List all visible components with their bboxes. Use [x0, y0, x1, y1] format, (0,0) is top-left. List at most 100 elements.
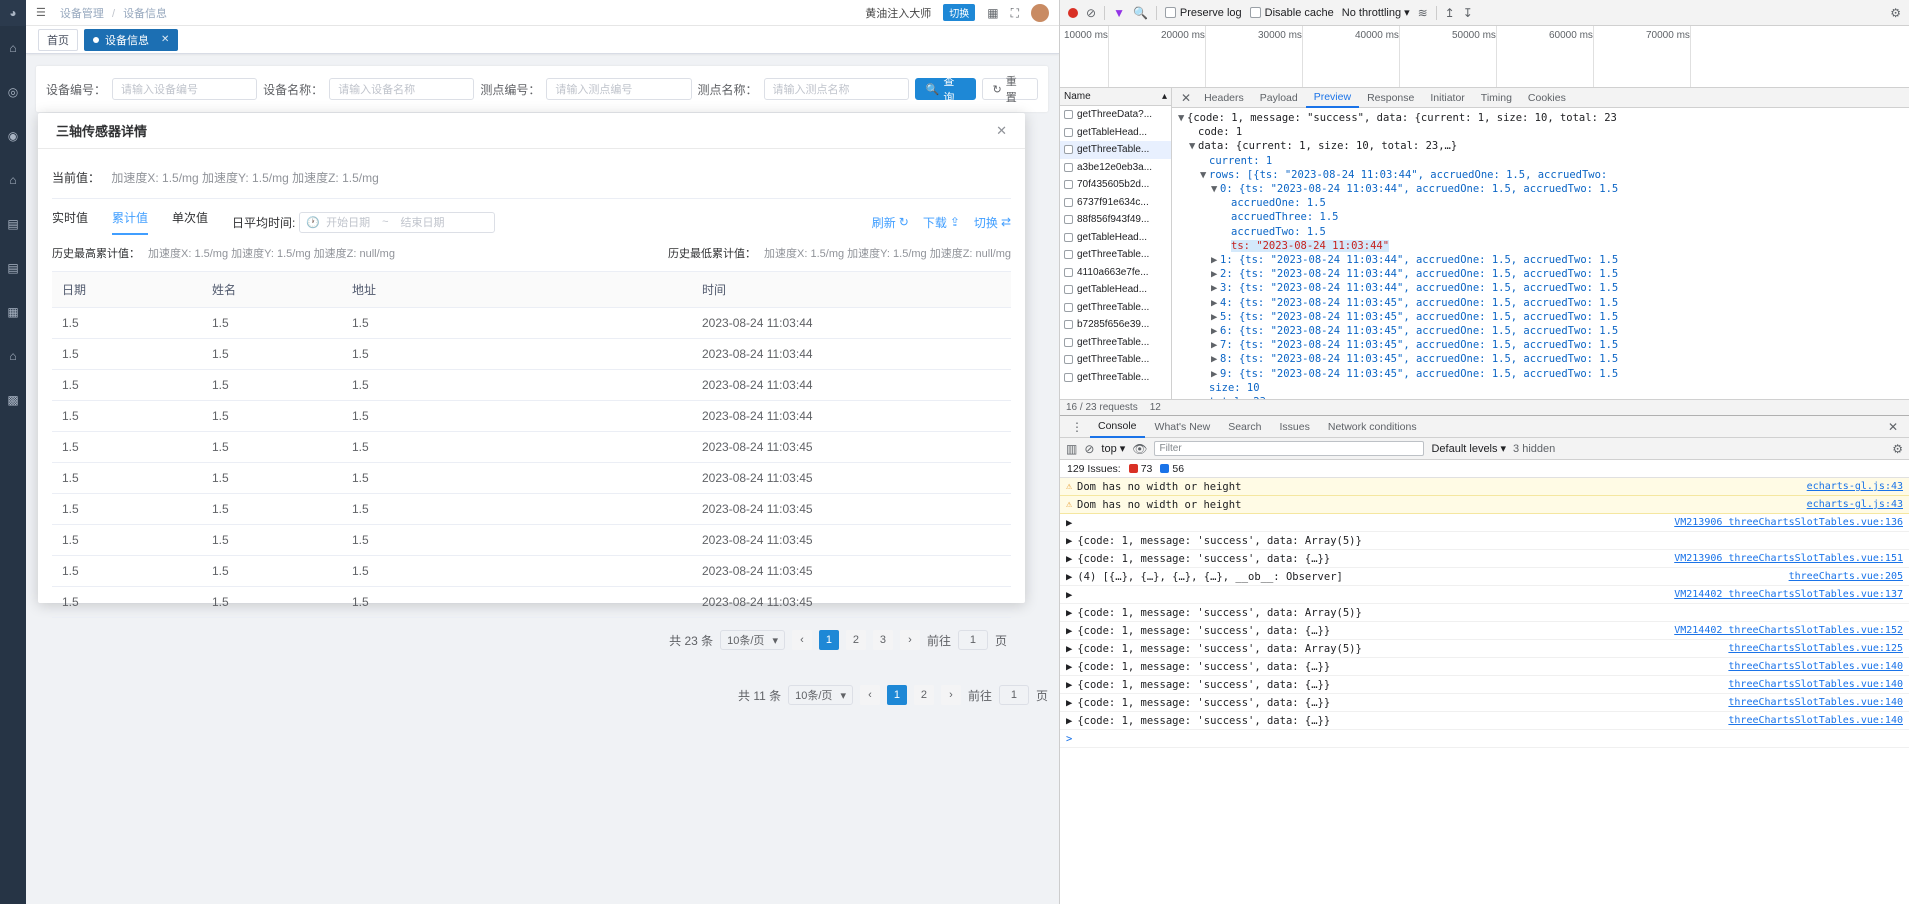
sidebar-item-apps[interactable]: ▩: [0, 378, 26, 422]
console-message[interactable]: ▶ {code: 1, message: 'success', data: {…}…: [1060, 622, 1909, 640]
console-message-source[interactable]: threeChartsSlotTables.vue:140: [1728, 697, 1903, 708]
outer-page-button-2[interactable]: 2: [913, 685, 934, 705]
checkbox-icon[interactable]: [1064, 337, 1073, 347]
request-row[interactable]: getThreeTable...: [1060, 369, 1171, 387]
request-row[interactable]: 70f435605b2d...: [1060, 176, 1171, 194]
import-icon[interactable]: ↥: [1445, 7, 1455, 19]
request-row[interactable]: getTableHead...: [1060, 124, 1171, 142]
table-row[interactable]: 1.5 1.5 1.5 2023-08-24 11:03:45: [52, 524, 1011, 556]
log-levels-select[interactable]: Default levels ▾: [1431, 442, 1506, 456]
request-row[interactable]: getThreeTable...: [1060, 351, 1171, 369]
tab-accrued[interactable]: 累计值: [112, 209, 149, 235]
console-message-source[interactable]: VM213906 threeChartsSlotTables.vue:151: [1674, 553, 1903, 564]
column-date[interactable]: 日期: [52, 271, 202, 308]
console-message-source[interactable]: VM214402 threeChartsSlotTables.vue:152: [1674, 625, 1903, 636]
chevron-down-icon[interactable]: ▼: [1189, 139, 1198, 153]
date-end-input[interactable]: 结束日期: [401, 214, 445, 230]
chevron-right-icon[interactable]: ▶: [1211, 338, 1220, 352]
chevron-down-icon[interactable]: ▼: [1200, 168, 1209, 182]
console-filter-input[interactable]: Filter: [1154, 441, 1425, 456]
table-row[interactable]: 1.5 1.5 1.5 2023-08-24 11:03:45: [52, 586, 1011, 618]
console-message[interactable]: ▶ {code: 1, message: 'success', data: {…}…: [1060, 550, 1909, 568]
preview-line[interactable]: accruedTwo: 1.5: [1178, 225, 1903, 239]
request-row[interactable]: getTableHead...: [1060, 229, 1171, 247]
outer-page-size-select[interactable]: 10条/页 ▾: [788, 685, 853, 705]
refresh-link[interactable]: 刷新 ↻: [872, 214, 909, 231]
preview-line[interactable]: accruedThree: 1.5: [1178, 210, 1903, 224]
table-row[interactable]: 1.5 1.5 1.5 2023-08-24 11:03:45: [52, 462, 1011, 494]
close-icon[interactable]: ✕: [996, 123, 1007, 139]
switch-link[interactable]: 切换 ⇄: [974, 214, 1011, 231]
request-row[interactable]: getThreeTable...: [1060, 246, 1171, 264]
console-message-source[interactable]: threeCharts.vue:205: [1789, 571, 1903, 582]
search-button[interactable]: 🔍 查询: [914, 76, 976, 104]
tab-cookies[interactable]: Cookies: [1520, 88, 1574, 108]
preview-line[interactable]: ▶ 2: {ts: "2023-08-24 11:03:44", accruedO…: [1178, 267, 1903, 281]
request-row[interactable]: a3be12e0eb3a...: [1060, 159, 1171, 177]
outer-page-button-1[interactable]: 1: [886, 685, 907, 705]
console-message[interactable]: ▶ {code: 1, message: 'success', data: {…}…: [1060, 712, 1909, 730]
app-logo-icon[interactable]: ◕: [0, 0, 26, 26]
chevron-down-icon[interactable]: ▼: [1178, 111, 1187, 125]
checkbox-icon[interactable]: [1064, 372, 1073, 382]
sidebar-item-report[interactable]: ▤: [0, 202, 26, 246]
disable-cache-checkbox[interactable]: Disable cache: [1249, 7, 1334, 19]
device-name-input[interactable]: 请输入设备名称: [329, 78, 475, 100]
tab-single[interactable]: 单次值: [172, 209, 208, 235]
preview-line[interactable]: ▶ 9: {ts: "2023-08-24 11:03:45", accruedO…: [1178, 367, 1903, 381]
page-size-select[interactable]: 10条/页 ▾: [720, 630, 785, 650]
chevron-right-icon[interactable]: ▶: [1211, 296, 1220, 310]
checkbox-icon[interactable]: [1064, 180, 1073, 190]
request-row[interactable]: 6737f91e634c...: [1060, 194, 1171, 212]
prev-page-button[interactable]: ‹: [791, 630, 812, 650]
request-row[interactable]: b7285f656e39...: [1060, 316, 1171, 334]
chevron-right-icon[interactable]: ▶: [1211, 281, 1220, 295]
preview-line[interactable]: ▶ 1: {ts: "2023-08-24 11:03:44", accruedO…: [1178, 253, 1903, 267]
reset-button[interactable]: ↻ 重置: [981, 76, 1038, 104]
preview-line[interactable]: code: 1: [1178, 125, 1903, 139]
column-address[interactable]: 地址: [342, 271, 692, 308]
preview-line[interactable]: ▶ 7: {ts: "2023-08-24 11:03:45", accruedO…: [1178, 338, 1903, 352]
console-message[interactable]: ▶ (4) [{…}, {…}, {…}, {…}, __ob__: Observ…: [1060, 568, 1909, 586]
checkbox-icon[interactable]: [1064, 267, 1073, 277]
sidebar-item-home[interactable]: ⌂: [0, 26, 26, 70]
table-row[interactable]: 1.5 1.5 1.5 2023-08-24 11:03:45: [52, 493, 1011, 525]
tab-response[interactable]: Response: [1359, 88, 1422, 108]
filter-icon[interactable]: ▼: [1113, 7, 1125, 19]
console-message-source[interactable]: echarts-gl.js:43: [1807, 481, 1903, 492]
issues-summary-bar[interactable]: 129 Issues: 73 56: [1060, 460, 1909, 478]
table-row[interactable]: 1.5 1.5 1.5 2023-08-24 11:03:44: [52, 307, 1011, 339]
console-message[interactable]: ⚠ Dom has no width or height echarts-gl.js…: [1060, 496, 1909, 514]
preview-line[interactable]: ts: "2023-08-24 11:03:44": [1178, 239, 1903, 253]
column-time[interactable]: 时间: [692, 271, 1011, 308]
eye-icon[interactable]: 👁: [1132, 443, 1147, 455]
close-icon[interactable]: ✕: [1176, 92, 1196, 104]
hamburger-icon[interactable]: ☰: [36, 6, 46, 19]
request-row[interactable]: getTableHead...: [1060, 281, 1171, 299]
console-message[interactable]: ⚠ Dom has no width or height echarts-gl.js…: [1060, 478, 1909, 496]
console-message-source[interactable]: VM213906 threeChartsSlotTables.vue:136: [1674, 517, 1903, 528]
console-message-source[interactable]: threeChartsSlotTables.vue:140: [1728, 661, 1903, 672]
chevron-down-icon[interactable]: ▼: [1211, 182, 1220, 196]
chevron-right-icon[interactable]: ▶: [1211, 267, 1220, 281]
checkbox-icon[interactable]: [1064, 355, 1073, 365]
sidebar-item-chart[interactable]: ▦: [0, 290, 26, 334]
fullscreen-icon[interactable]: ⛶: [1011, 7, 1019, 19]
preview-line[interactable]: ▼ {code: 1, message: "success", data: {cu…: [1178, 111, 1903, 125]
checkbox-icon[interactable]: [1064, 127, 1073, 137]
page-button-1[interactable]: 1: [818, 630, 839, 650]
point-name-input[interactable]: 请输入测点名称: [763, 78, 909, 100]
checkbox-icon[interactable]: [1064, 232, 1073, 242]
close-icon[interactable]: ✕: [161, 34, 169, 45]
gear-icon[interactable]: ⚙: [1890, 7, 1901, 19]
next-page-button[interactable]: ›: [899, 630, 920, 650]
tab-payload[interactable]: Payload: [1252, 88, 1306, 108]
preview-line[interactable]: ▶ 3: {ts: "2023-08-24 11:03:44", accruedO…: [1178, 281, 1903, 295]
sidebar-icon[interactable]: ▥: [1066, 443, 1077, 455]
preview-line[interactable]: ▼ 0: {ts: "2023-08-24 11:03:44", accruedO…: [1178, 182, 1903, 196]
wifi-icon[interactable]: ≋: [1418, 7, 1428, 19]
preview-line[interactable]: ▼ data: {current: 1, size: 10, total: 23,…: [1178, 139, 1903, 153]
checkbox-icon[interactable]: [1064, 215, 1073, 225]
preserve-log-checkbox[interactable]: Preserve log: [1164, 7, 1242, 19]
console-message[interactable]: ▶ VM214402 threeChartsSlotTables.vue:137: [1060, 586, 1909, 604]
